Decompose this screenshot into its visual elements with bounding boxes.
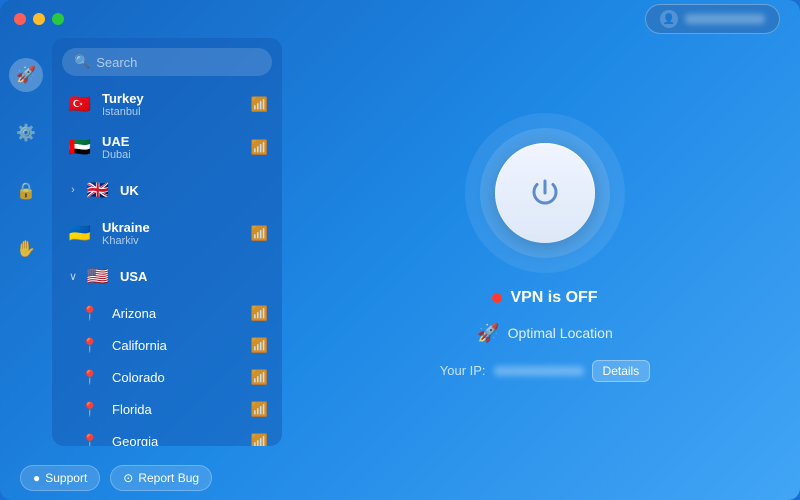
flag-turkey: 🇹🇷 — [66, 90, 94, 118]
sidebar-item-security[interactable]: 🔒 — [9, 174, 43, 208]
server-list: 🇹🇷 Turkey Istanbul 📶 🇦🇪 UAE Dubai 📶 — [52, 82, 282, 446]
search-box: 🔍 — [62, 48, 272, 76]
server-name-turkey: Turkey — [102, 91, 251, 106]
sidebar-icons: 🚀 ⚙️ 🔒 ✋ — [0, 38, 52, 456]
power-button[interactable] — [495, 143, 595, 243]
power-ring-outer — [465, 113, 625, 273]
state-name-georgia: Georgia — [112, 434, 251, 446]
support-button[interactable]: ● Support — [20, 465, 100, 491]
optimal-location-label: Optimal Location — [508, 325, 613, 341]
vpn-status: VPN is OFF — [492, 289, 597, 307]
title-bar: 👤 — [0, 0, 800, 38]
server-item-turkey[interactable]: 🇹🇷 Turkey Istanbul 📶 — [56, 83, 278, 125]
bug-icon: ⊙ — [123, 471, 133, 485]
main-content: 🚀 ⚙️ 🔒 ✋ 🔍 🇹🇷 T — [0, 38, 800, 456]
search-input[interactable] — [96, 55, 260, 70]
pin-icon-georgia: 📍 — [76, 433, 104, 446]
power-ring-middle — [480, 128, 610, 258]
ip-address — [494, 366, 584, 376]
your-ip-label: Your IP: — [440, 363, 486, 378]
details-button[interactable]: Details — [592, 360, 651, 382]
state-name-colorado: Colorado — [112, 370, 251, 385]
flag-usa: 🇺🇸 — [84, 262, 112, 290]
server-item-california[interactable]: 📍 California 📶 — [56, 330, 278, 361]
signal-california: 📶 — [251, 337, 268, 354]
state-name-florida: Florida — [112, 402, 251, 417]
gear-icon: ⚙️ — [16, 123, 36, 143]
search-icon: 🔍 — [74, 54, 90, 70]
rocket-icon: 🚀 — [16, 65, 36, 85]
pin-icon-arizona: 📍 — [76, 305, 104, 322]
server-city-uae: Dubai — [102, 149, 251, 161]
server-name-uae: UAE — [102, 134, 251, 149]
server-info-ukraine: Ukraine Kharkiv — [102, 220, 251, 247]
server-item-arizona[interactable]: 📍 Arizona 📶 — [56, 298, 278, 329]
flag-uk: 🇬🇧 — [84, 176, 112, 204]
support-label: Support — [45, 471, 87, 485]
server-item-colorado[interactable]: 📍 Colorado 📶 — [56, 362, 278, 393]
signal-arizona: 📶 — [251, 305, 268, 322]
signal-colorado: 📶 — [251, 369, 268, 386]
chevron-right-icon: › — [66, 184, 80, 196]
server-panel: 🔍 🇹🇷 Turkey Istanbul 📶 🇦🇪 — [52, 38, 282, 446]
server-info-usa: USA — [120, 269, 268, 284]
server-city-ukraine: Kharkiv — [102, 235, 251, 247]
maximize-button[interactable] — [52, 13, 64, 25]
signal-georgia: 📶 — [251, 433, 268, 446]
server-city-turkey: Istanbul — [102, 106, 251, 118]
account-button[interactable]: 👤 — [645, 4, 780, 34]
sidebar-item-privacy[interactable]: ✋ — [9, 232, 43, 266]
status-dot-off — [492, 293, 502, 303]
pin-icon-florida: 📍 — [76, 401, 104, 418]
signal-florida: 📶 — [251, 401, 268, 418]
server-item-georgia[interactable]: 📍 Georgia 📶 — [56, 426, 278, 446]
support-icon: ● — [33, 471, 40, 485]
state-name-california: California — [112, 338, 251, 353]
server-item-florida[interactable]: 📍 Florida 📶 — [56, 394, 278, 425]
optimal-location[interactable]: 🚀 Optimal Location — [477, 323, 612, 344]
chevron-down-icon: ∨ — [66, 270, 80, 283]
vpn-status-text: VPN is OFF — [510, 289, 597, 307]
minimize-button[interactable] — [33, 13, 45, 25]
optimal-location-icon: 🚀 — [477, 323, 499, 344]
server-item-usa[interactable]: ∨ 🇺🇸 USA — [56, 255, 278, 297]
traffic-lights — [14, 13, 64, 25]
flag-uae: 🇦🇪 — [66, 133, 94, 161]
server-info-uae: UAE Dubai — [102, 134, 251, 161]
server-name-ukraine: Ukraine — [102, 220, 251, 235]
flag-ukraine: 🇺🇦 — [66, 219, 94, 247]
report-bug-label: Report Bug — [138, 471, 199, 485]
signal-turkey: 📶 — [251, 96, 268, 113]
sidebar-item-settings[interactable]: ⚙️ — [9, 116, 43, 150]
signal-uae: 📶 — [251, 139, 268, 156]
close-button[interactable] — [14, 13, 26, 25]
pin-icon-colorado: 📍 — [76, 369, 104, 386]
avatar: 👤 — [660, 10, 678, 28]
lock-icon: 🔒 — [16, 181, 36, 201]
server-item-ukraine[interactable]: 🇺🇦 Ukraine Kharkiv 📶 — [56, 212, 278, 254]
hand-icon: ✋ — [16, 239, 36, 259]
server-item-uk[interactable]: › 🇬🇧 UK — [56, 169, 278, 211]
pin-icon-california: 📍 — [76, 337, 104, 354]
account-name — [685, 14, 765, 24]
server-name-usa: USA — [120, 269, 268, 284]
signal-ukraine: 📶 — [251, 225, 268, 242]
server-name-uk: UK — [120, 183, 268, 198]
app-window: 👤 🚀 ⚙️ 🔒 ✋ 🔍 — [0, 0, 800, 500]
server-item-uae[interactable]: 🇦🇪 UAE Dubai 📶 — [56, 126, 278, 168]
bottom-bar: ● Support ⊙ Report Bug — [0, 456, 800, 500]
server-info-turkey: Turkey Istanbul — [102, 91, 251, 118]
report-bug-button[interactable]: ⊙ Report Bug — [110, 465, 212, 491]
server-info-uk: UK — [120, 183, 268, 198]
right-panel: VPN is OFF 🚀 Optimal Location Your IP: D… — [290, 38, 800, 456]
ip-row: Your IP: Details — [440, 360, 650, 382]
sidebar-item-servers[interactable]: 🚀 — [9, 58, 43, 92]
state-name-arizona: Arizona — [112, 306, 251, 321]
power-icon — [525, 173, 565, 213]
